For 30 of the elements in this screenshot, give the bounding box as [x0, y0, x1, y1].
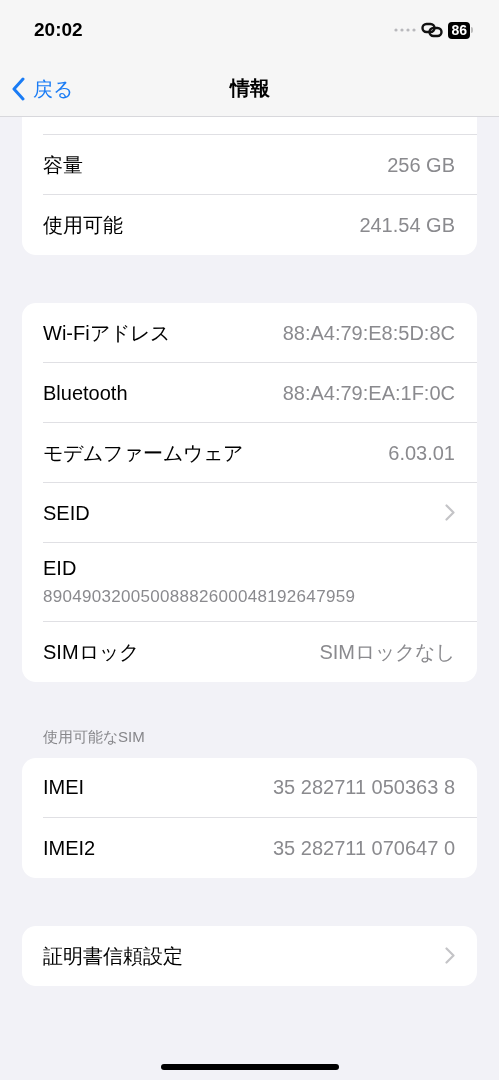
row-label: Bluetooth: [43, 380, 128, 406]
battery-icon: 86: [448, 21, 473, 39]
row-value: 88:A4:79:EA:1F:0C: [282, 380, 455, 406]
signal-icon: [394, 28, 417, 32]
row-label: EID: [43, 556, 78, 581]
chevron-icon: [445, 947, 455, 964]
chevron-icon: [445, 504, 455, 521]
row-value: 241.54 GB: [359, 213, 455, 238]
row-value: 88:A4:79:E8:5D:8C: [282, 320, 455, 346]
status-time: 20:02: [34, 17, 83, 42]
row-value: SIMロックなし: [319, 640, 455, 665]
row-value: 35 282711 050363 8: [272, 775, 455, 800]
nav-title: 情報: [229, 76, 270, 101]
row-value: 89049032005008882600048192647959: [43, 586, 357, 608]
row-value: 256 GB: [387, 152, 455, 178]
row-label: IMEI: [43, 775, 85, 800]
row-value: 35 282711 070647 0: [272, 835, 455, 861]
section-header: 使用可能なSIM: [42, 727, 146, 747]
row-label[interactable]: SEID: [43, 497, 90, 528]
row-label: 容量: [43, 152, 83, 178]
row-label[interactable]: 証明書信頼設定: [43, 940, 183, 971]
row-label: Wi-Fiアドレス: [43, 320, 170, 346]
row-label: IMEI2: [43, 835, 96, 861]
back-chevron-icon: [12, 77, 25, 101]
row-label: SIMロック: [43, 640, 139, 665]
row-label: 使用可能: [43, 213, 123, 238]
back-button[interactable]: 戻る: [12, 74, 73, 104]
row-value: 6.03.01: [388, 440, 455, 466]
row-label: モデムファームウェア: [43, 440, 243, 466]
link-icon: [421, 22, 444, 38]
